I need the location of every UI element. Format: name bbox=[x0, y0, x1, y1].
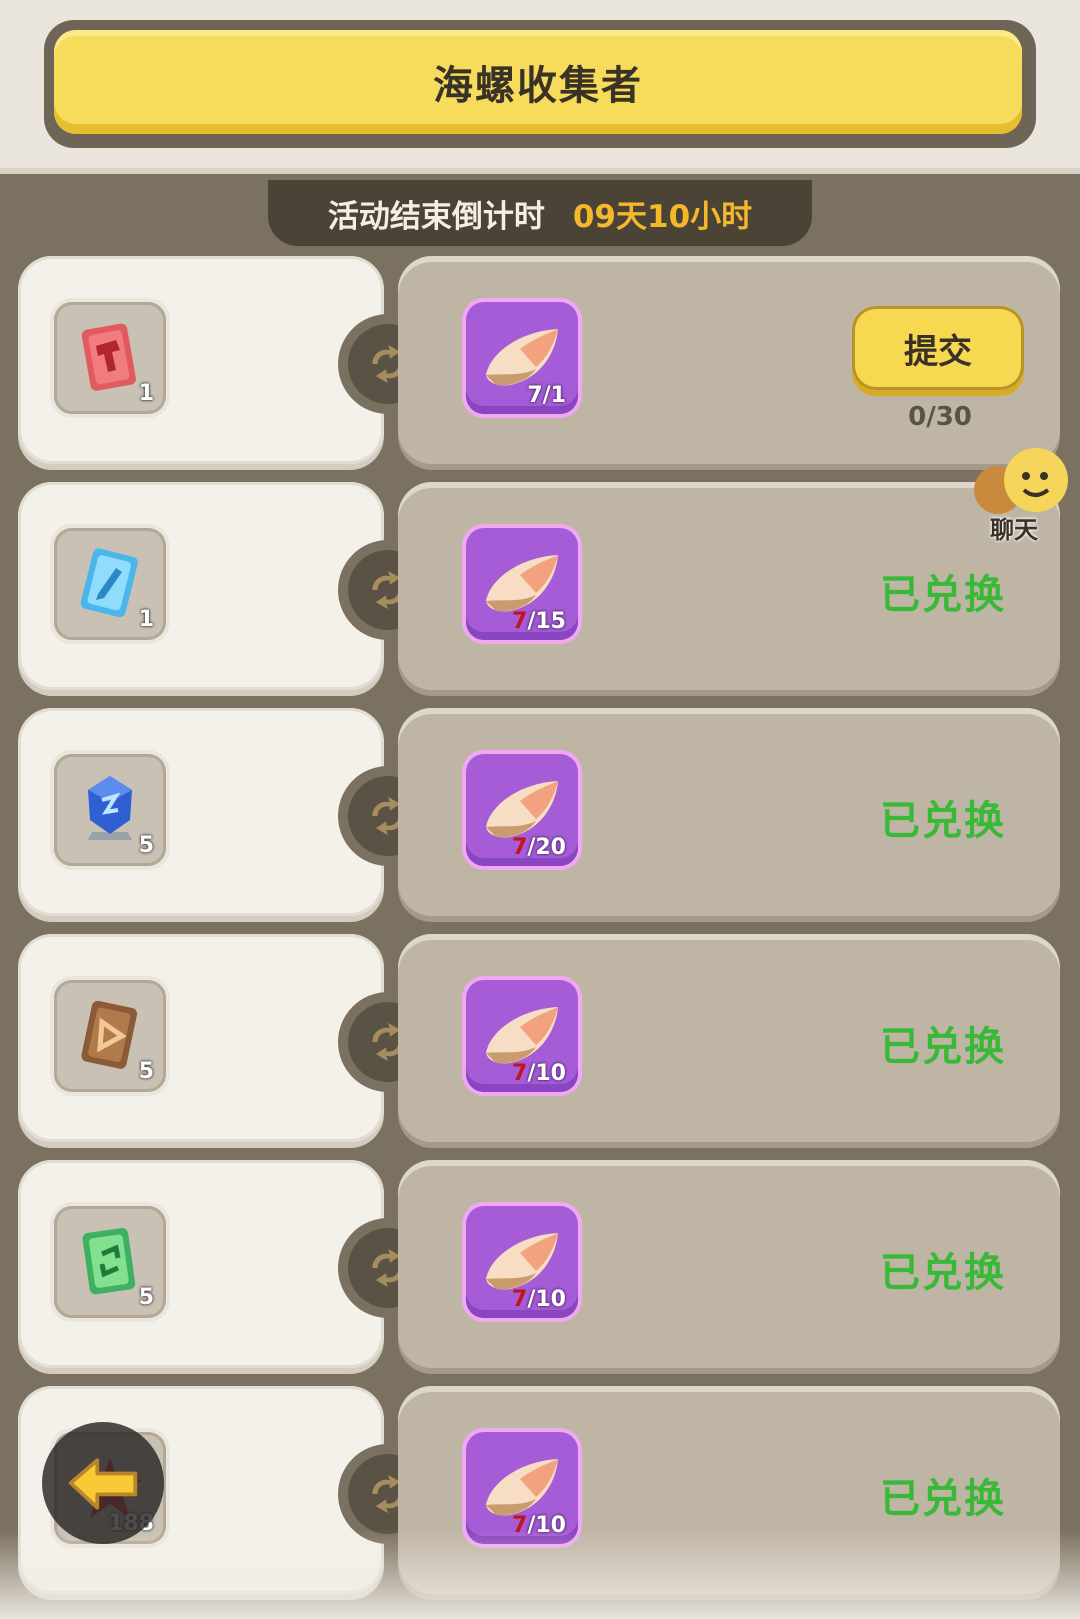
exchanged-status: 已兑换 bbox=[880, 1250, 1006, 1296]
exchanged-status: 已兑换 bbox=[880, 572, 1006, 618]
chat-label: 聊天 bbox=[990, 516, 1038, 544]
title-banner: 海螺收集者 bbox=[44, 20, 1036, 148]
back-arrow-icon bbox=[68, 1458, 138, 1510]
reward-item-slot[interactable]: 5 bbox=[54, 980, 166, 1092]
reward-count: 1 bbox=[138, 607, 154, 632]
exchange-row: 1 7/15 已兑换 bbox=[0, 482, 1080, 694]
reward-item-slot[interactable]: 5 bbox=[54, 754, 166, 866]
exchanged-status: 已兑换 bbox=[880, 1476, 1006, 1522]
reward-item-slot[interactable]: 1 bbox=[54, 528, 166, 640]
blue-crystal-icon bbox=[88, 776, 132, 840]
shell-progress: 7/10 bbox=[512, 1513, 566, 1538]
blue-pen-card-icon bbox=[80, 548, 138, 618]
exchanged-status: 已兑换 bbox=[880, 798, 1006, 844]
submit-progress: 0/30 bbox=[908, 402, 972, 432]
reward-count: 5 bbox=[138, 833, 154, 858]
exchange-row: 5 7/10 已兑换 bbox=[0, 1160, 1080, 1372]
shell-cost-slot[interactable]: 7/15 bbox=[466, 528, 578, 640]
shell-progress: 7/20 bbox=[512, 835, 566, 860]
event-countdown: 活动结束倒计时 09天10小时 bbox=[268, 180, 812, 246]
reward-count: 5 bbox=[138, 1059, 154, 1084]
submit-button[interactable]: 提交 bbox=[852, 306, 1024, 390]
back-button[interactable] bbox=[42, 1422, 164, 1544]
shell-progress: 7/1 bbox=[527, 383, 566, 408]
shell-progress: 7/10 bbox=[512, 1287, 566, 1312]
shell-cost-slot[interactable]: 7/1 bbox=[466, 302, 578, 414]
brown-play-card-icon bbox=[81, 1000, 138, 1069]
exchange-row: 5 7/10 已兑换 bbox=[0, 934, 1080, 1146]
reward-item-slot[interactable]: 1 bbox=[54, 302, 166, 414]
reward-count: 1 bbox=[138, 381, 154, 406]
shell-cost-slot[interactable]: 7/10 bbox=[466, 1432, 578, 1544]
shell-progress: 7/15 bbox=[512, 609, 566, 634]
exchange-row: 1 7/1 提交 0/30 bbox=[0, 256, 1080, 468]
countdown-label: 活动结束倒计时 bbox=[327, 198, 545, 235]
exchange-row: 5 7/20 已兑换 bbox=[0, 708, 1080, 920]
reward-count: 5 bbox=[138, 1285, 154, 1310]
reward-item-slot[interactable]: 5 bbox=[54, 1206, 166, 1318]
exchanged-status: 已兑换 bbox=[880, 1024, 1006, 1070]
green-card-icon bbox=[82, 1228, 136, 1295]
shell-cost-slot[interactable]: 7/10 bbox=[466, 980, 578, 1092]
page-title: 海螺收集者 bbox=[433, 63, 643, 109]
chat-button[interactable]: 聊天 bbox=[970, 446, 1080, 546]
shell-cost-slot[interactable]: 7/20 bbox=[466, 754, 578, 866]
shell-progress: 7/10 bbox=[512, 1061, 566, 1086]
red-hammer-card-icon bbox=[81, 323, 136, 391]
countdown-value: 09天10小时 bbox=[572, 198, 753, 235]
shell-cost-slot[interactable]: 7/10 bbox=[466, 1206, 578, 1318]
